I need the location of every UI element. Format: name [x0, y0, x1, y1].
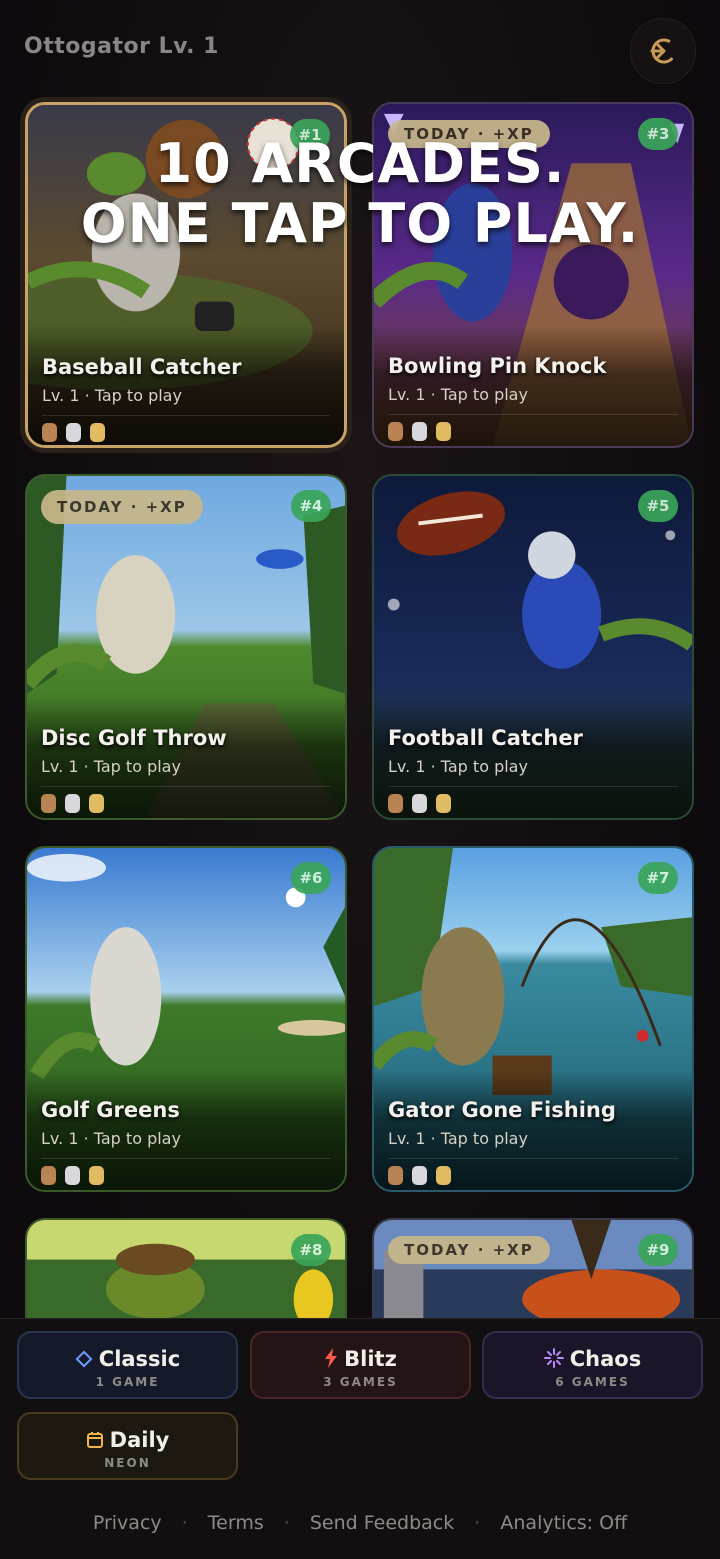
diamond-icon	[75, 1350, 93, 1368]
game-subtitle: Lv. 1 · Tap to play	[42, 386, 182, 405]
mode-chaos-button[interactable]: Chaos 6 GAMES	[482, 1331, 703, 1399]
mode-label: Blitz	[344, 1347, 397, 1371]
terms-link[interactable]: Terms	[208, 1512, 264, 1534]
game-subtitle: Lv. 1 · Tap to play	[41, 757, 181, 776]
mode-count: 1 GAME	[95, 1375, 160, 1389]
silver-medal-icon	[65, 794, 80, 813]
silver-medal-icon	[412, 422, 427, 441]
gold-medal-icon	[436, 422, 451, 441]
rank-badge: #9	[638, 1234, 678, 1266]
game-card-disc-golf-throw[interactable]: TODAY · +XP #4 Disc Golf Throw Lv. 1 · T…	[25, 474, 347, 820]
game-title: Golf Greens	[41, 1098, 180, 1122]
rank-badge: #6	[291, 862, 331, 894]
mode-daily-button[interactable]: Daily NEON	[17, 1412, 238, 1480]
sparkle-icon	[543, 1348, 564, 1368]
bronze-medal-icon	[388, 422, 403, 441]
medal-row	[388, 1166, 460, 1186]
medal-row	[41, 1166, 113, 1186]
today-badge: TODAY · +XP	[388, 1236, 550, 1264]
divider	[41, 786, 331, 787]
hero-line-2: ONE TAP TO PLAY.	[80, 192, 640, 255]
mode-bar: Classic 1 GAME Blitz 3 GAMES Chaos 6 GAM…	[0, 1318, 720, 1559]
game-subtitle: Lv. 1 · Tap to play	[388, 385, 528, 404]
hero-line-1: 10 ARCADES.	[154, 132, 566, 195]
bronze-medal-icon	[388, 1166, 403, 1185]
separator: ·	[283, 1511, 290, 1534]
mode-label: Chaos	[569, 1347, 642, 1371]
divider	[388, 414, 678, 415]
separator: ·	[181, 1511, 188, 1534]
gold-medal-icon	[436, 794, 451, 813]
send-feedback-link[interactable]: Send Feedback	[310, 1512, 454, 1534]
game-card-football-catcher[interactable]: #5 Football Catcher Lv. 1 · Tap to play	[372, 474, 694, 820]
app-root: Ottogator Lv. 1 #1 Baseball Catcher Lv. …	[0, 0, 720, 1559]
rank-badge: #8	[291, 1234, 331, 1266]
game-card-8[interactable]: #8	[25, 1218, 347, 1318]
separator: ·	[474, 1511, 481, 1534]
game-subtitle: Lv. 1 · Tap to play	[41, 1129, 181, 1148]
rank-badge: #4	[291, 490, 331, 522]
gold-medal-icon	[436, 1166, 451, 1185]
medal-row	[388, 422, 460, 442]
medal-row	[388, 794, 460, 814]
medal-row	[41, 794, 113, 814]
silver-medal-icon	[66, 423, 81, 442]
game-subtitle: Lv. 1 · Tap to play	[388, 757, 528, 776]
mode-count: 6 GAMES	[555, 1375, 630, 1389]
bronze-medal-icon	[42, 423, 57, 442]
mode-count: NEON	[104, 1456, 151, 1470]
game-title: Bowling Pin Knock	[388, 354, 607, 378]
bronze-medal-icon	[388, 794, 403, 813]
game-card-golf-greens[interactable]: #6 Golf Greens Lv. 1 · Tap to play	[25, 846, 347, 1192]
rank-badge: #5	[638, 490, 678, 522]
gold-medal-icon	[89, 1166, 104, 1185]
rank-badge: #7	[638, 862, 678, 894]
gold-medal-icon	[90, 423, 105, 442]
footer-links: Privacy · Terms · Send Feedback · Analyt…	[0, 1511, 720, 1543]
game-subtitle: Lv. 1 · Tap to play	[388, 1129, 528, 1148]
hero-overlay: 10 ARCADES. ONE TAP TO PLAY.	[0, 134, 720, 254]
mode-label: Classic	[98, 1347, 181, 1371]
game-title: Gator Gone Fishing	[388, 1098, 616, 1122]
silver-medal-icon	[412, 794, 427, 813]
game-title: Disc Golf Throw	[41, 726, 227, 750]
medal-row	[42, 423, 114, 443]
divider	[42, 415, 330, 416]
mode-count: 3 GAMES	[323, 1375, 398, 1389]
game-card-gator-gone-fishing[interactable]: #7 Gator Gone Fishing Lv. 1 · Tap to pla…	[372, 846, 694, 1192]
mode-blitz-button[interactable]: Blitz 3 GAMES	[250, 1331, 471, 1399]
calendar-icon	[86, 1432, 103, 1448]
jungle-gator-art	[27, 1220, 345, 1318]
privacy-link[interactable]: Privacy	[93, 1512, 162, 1534]
today-badge: TODAY · +XP	[41, 490, 203, 524]
game-grid: #1 Baseball Catcher Lv. 1 · Tap to play …	[0, 0, 720, 1318]
gold-medal-icon	[89, 794, 104, 813]
silver-medal-icon	[65, 1166, 80, 1185]
game-title: Baseball Catcher	[42, 355, 242, 379]
lightning-icon	[325, 1348, 338, 1368]
bronze-medal-icon	[41, 1166, 56, 1185]
silver-medal-icon	[412, 1166, 427, 1185]
divider	[388, 1158, 678, 1159]
mode-label: Daily	[109, 1428, 170, 1452]
analytics-toggle[interactable]: Analytics: Off	[500, 1512, 627, 1534]
divider	[41, 1158, 331, 1159]
bronze-medal-icon	[41, 794, 56, 813]
game-title: Football Catcher	[388, 726, 583, 750]
game-card-9[interactable]: TODAY · +XP #9	[372, 1218, 694, 1318]
divider	[388, 786, 678, 787]
mode-classic-button[interactable]: Classic 1 GAME	[17, 1331, 238, 1399]
castle-battle-art	[374, 1220, 692, 1318]
